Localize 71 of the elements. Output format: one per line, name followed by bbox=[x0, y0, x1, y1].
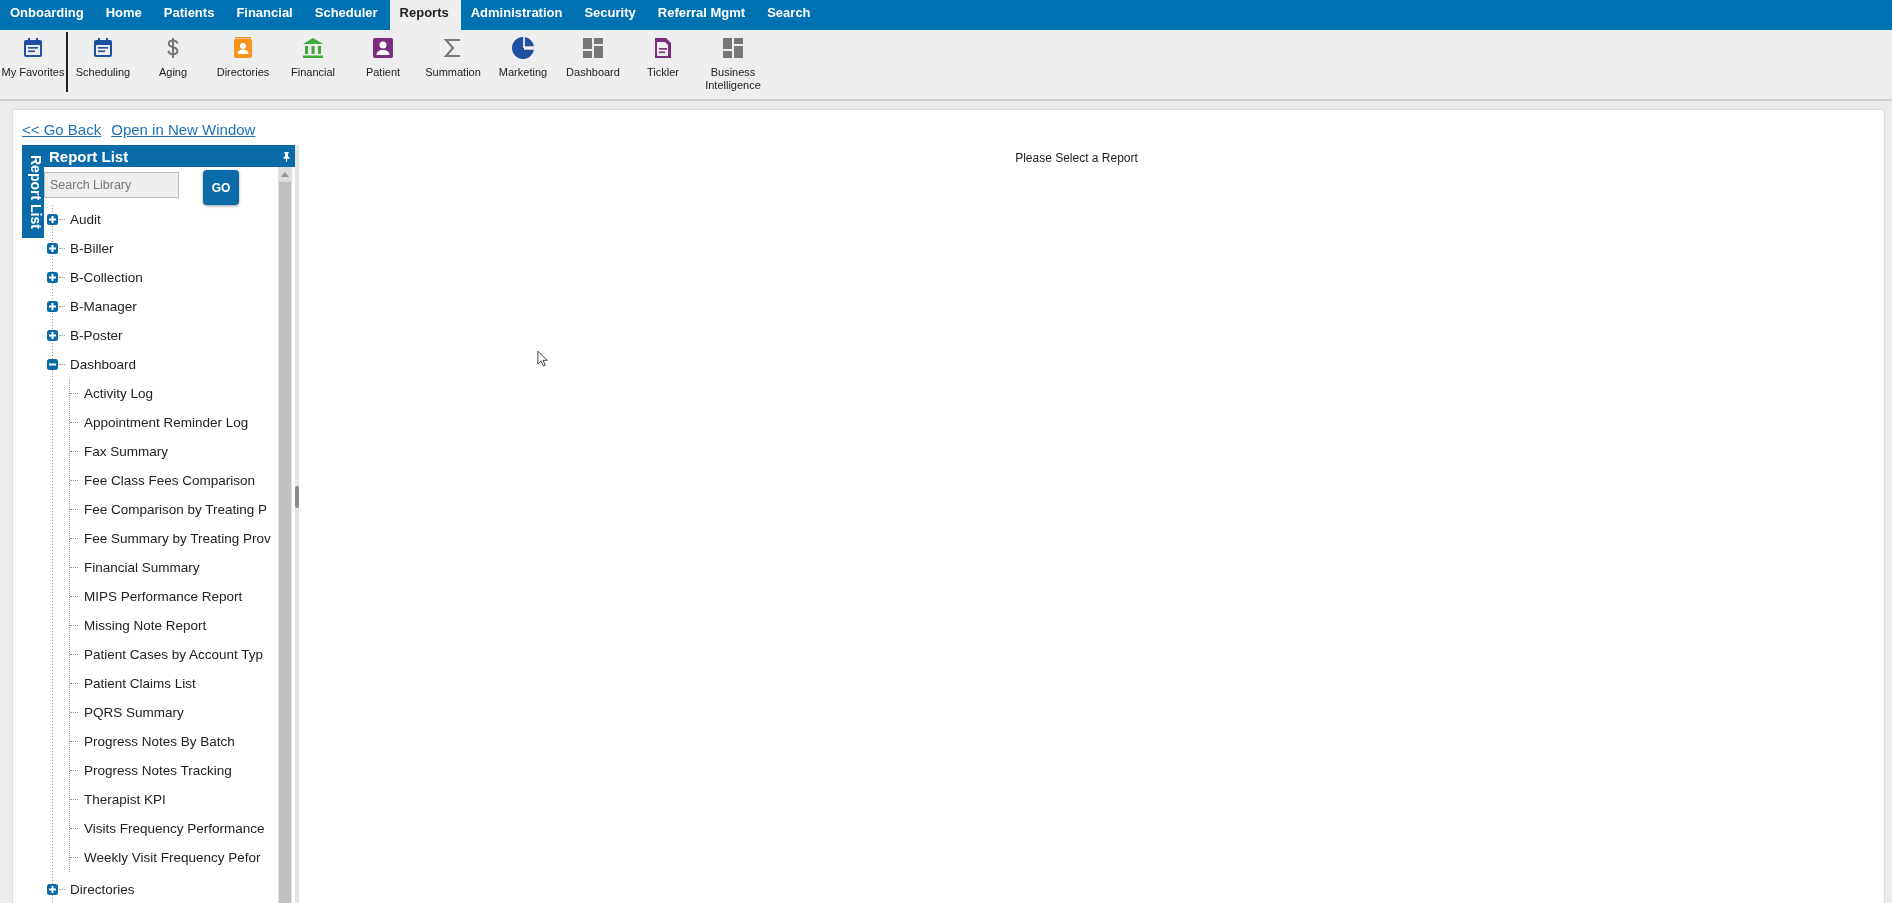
toolbar-button[interactable]: Aging bbox=[138, 30, 208, 79]
report-item[interactable]: Visits Frequency Performance bbox=[84, 821, 265, 836]
calendar-icon bbox=[91, 36, 115, 60]
cursor-icon bbox=[537, 350, 548, 367]
report-item[interactable]: Fee Summary by Treating Prov bbox=[84, 531, 271, 546]
nav-tab[interactable]: Financial bbox=[226, 0, 305, 30]
empty-message: Please Select a Report bbox=[1014, 151, 1139, 165]
report-item[interactable]: Fee Class Fees Comparison bbox=[84, 473, 256, 488]
pie-chart-icon bbox=[511, 36, 535, 60]
search-field[interactable]: Search Library bbox=[44, 172, 179, 198]
expand-icon[interactable] bbox=[47, 214, 58, 225]
nav-tab[interactable]: Scheduler bbox=[304, 0, 390, 30]
nav-tab[interactable]: Reports bbox=[389, 0, 461, 30]
nav-tab[interactable]: Onboarding bbox=[0, 0, 96, 30]
calendar-icon bbox=[21, 36, 45, 60]
report-list-side-tab[interactable]: Report List bbox=[22, 145, 44, 238]
report-item[interactable]: Fee Comparison by Treating P bbox=[84, 502, 268, 517]
nav-tab[interactable]: Security bbox=[574, 0, 648, 30]
nav-tab[interactable]: Administration bbox=[460, 0, 575, 30]
expand-icon[interactable] bbox=[47, 884, 58, 895]
report-item[interactable]: Therapist KPI bbox=[84, 792, 166, 807]
splitter-handle[interactable] bbox=[295, 485, 299, 508]
expand-icon[interactable] bbox=[47, 301, 58, 312]
toolbar-button[interactable]: Scheduling bbox=[68, 30, 138, 79]
toolbar-button[interactable]: Directories bbox=[208, 30, 278, 79]
report-item[interactable]: Progress Notes Tracking bbox=[84, 763, 232, 778]
toolbar-button[interactable]: Summation bbox=[418, 30, 488, 79]
tree-folder[interactable]: B-Poster bbox=[70, 328, 123, 343]
expand-icon[interactable] bbox=[47, 243, 58, 254]
nav-tab[interactable]: Referral Mgmt bbox=[647, 0, 758, 30]
scrollbar[interactable] bbox=[278, 167, 292, 903]
report-item[interactable]: Appointment Reminder Log bbox=[84, 415, 249, 430]
dashboard-icon bbox=[721, 36, 745, 60]
pin-icon[interactable] bbox=[282, 150, 291, 162]
dashboard-icon bbox=[581, 36, 605, 60]
nav-tab[interactable]: Home bbox=[95, 0, 154, 30]
toolbar-button[interactable]: Financial bbox=[278, 30, 348, 79]
contact-card-icon bbox=[231, 36, 255, 60]
tree-folder[interactable]: Dashboard bbox=[70, 357, 137, 372]
toolbar-button[interactable]: Marketing bbox=[488, 30, 558, 79]
tree-folder[interactable]: B-Manager bbox=[70, 299, 137, 314]
link[interactable]: << Go Back bbox=[22, 120, 102, 140]
expand-icon[interactable] bbox=[47, 330, 58, 341]
report-item[interactable]: Patient Cases by Account Typ bbox=[84, 647, 264, 662]
bank-icon bbox=[301, 36, 325, 60]
tree-folder[interactable]: Audit bbox=[70, 212, 101, 227]
report-item[interactable]: Activity Log bbox=[84, 386, 154, 401]
expand-icon[interactable] bbox=[47, 272, 58, 283]
panel-title: Report List bbox=[49, 147, 129, 165]
tree-folder[interactable]: Directories bbox=[70, 882, 135, 897]
report-item[interactable]: Fax Summary bbox=[84, 444, 168, 459]
go-button[interactable]: GO bbox=[203, 170, 239, 205]
toolbar-button[interactable]: Patient bbox=[348, 30, 418, 79]
tree-folder[interactable]: B-Collection bbox=[70, 270, 143, 285]
report-item[interactable]: Progress Notes By Batch bbox=[84, 734, 235, 749]
favorites-button[interactable]: My Favorites bbox=[0, 30, 66, 79]
report-item[interactable]: MIPS Performance Report bbox=[84, 589, 243, 604]
report-item[interactable]: Missing Note Report bbox=[84, 618, 207, 633]
report-item[interactable]: Weekly Visit Frequency Pefor bbox=[84, 850, 261, 865]
collapse-icon[interactable] bbox=[47, 359, 58, 370]
nav-tab[interactable]: Search bbox=[757, 0, 823, 30]
toolbar-button[interactable]: Tickler bbox=[628, 30, 698, 79]
report-item[interactable]: Financial Summary bbox=[84, 560, 200, 575]
nav-tab[interactable]: Patients bbox=[153, 0, 227, 30]
report-item[interactable]: PQRS Summary bbox=[84, 705, 184, 720]
person-icon bbox=[371, 36, 395, 60]
link[interactable]: Open in New Window bbox=[111, 120, 256, 140]
report-item[interactable]: Patient Claims List bbox=[84, 676, 196, 691]
toolbar-button[interactable]: Business Intelligence bbox=[698, 30, 768, 92]
toolbar-button[interactable]: Dashboard bbox=[558, 30, 628, 79]
tree-folder[interactable]: B-Biller bbox=[70, 241, 114, 256]
